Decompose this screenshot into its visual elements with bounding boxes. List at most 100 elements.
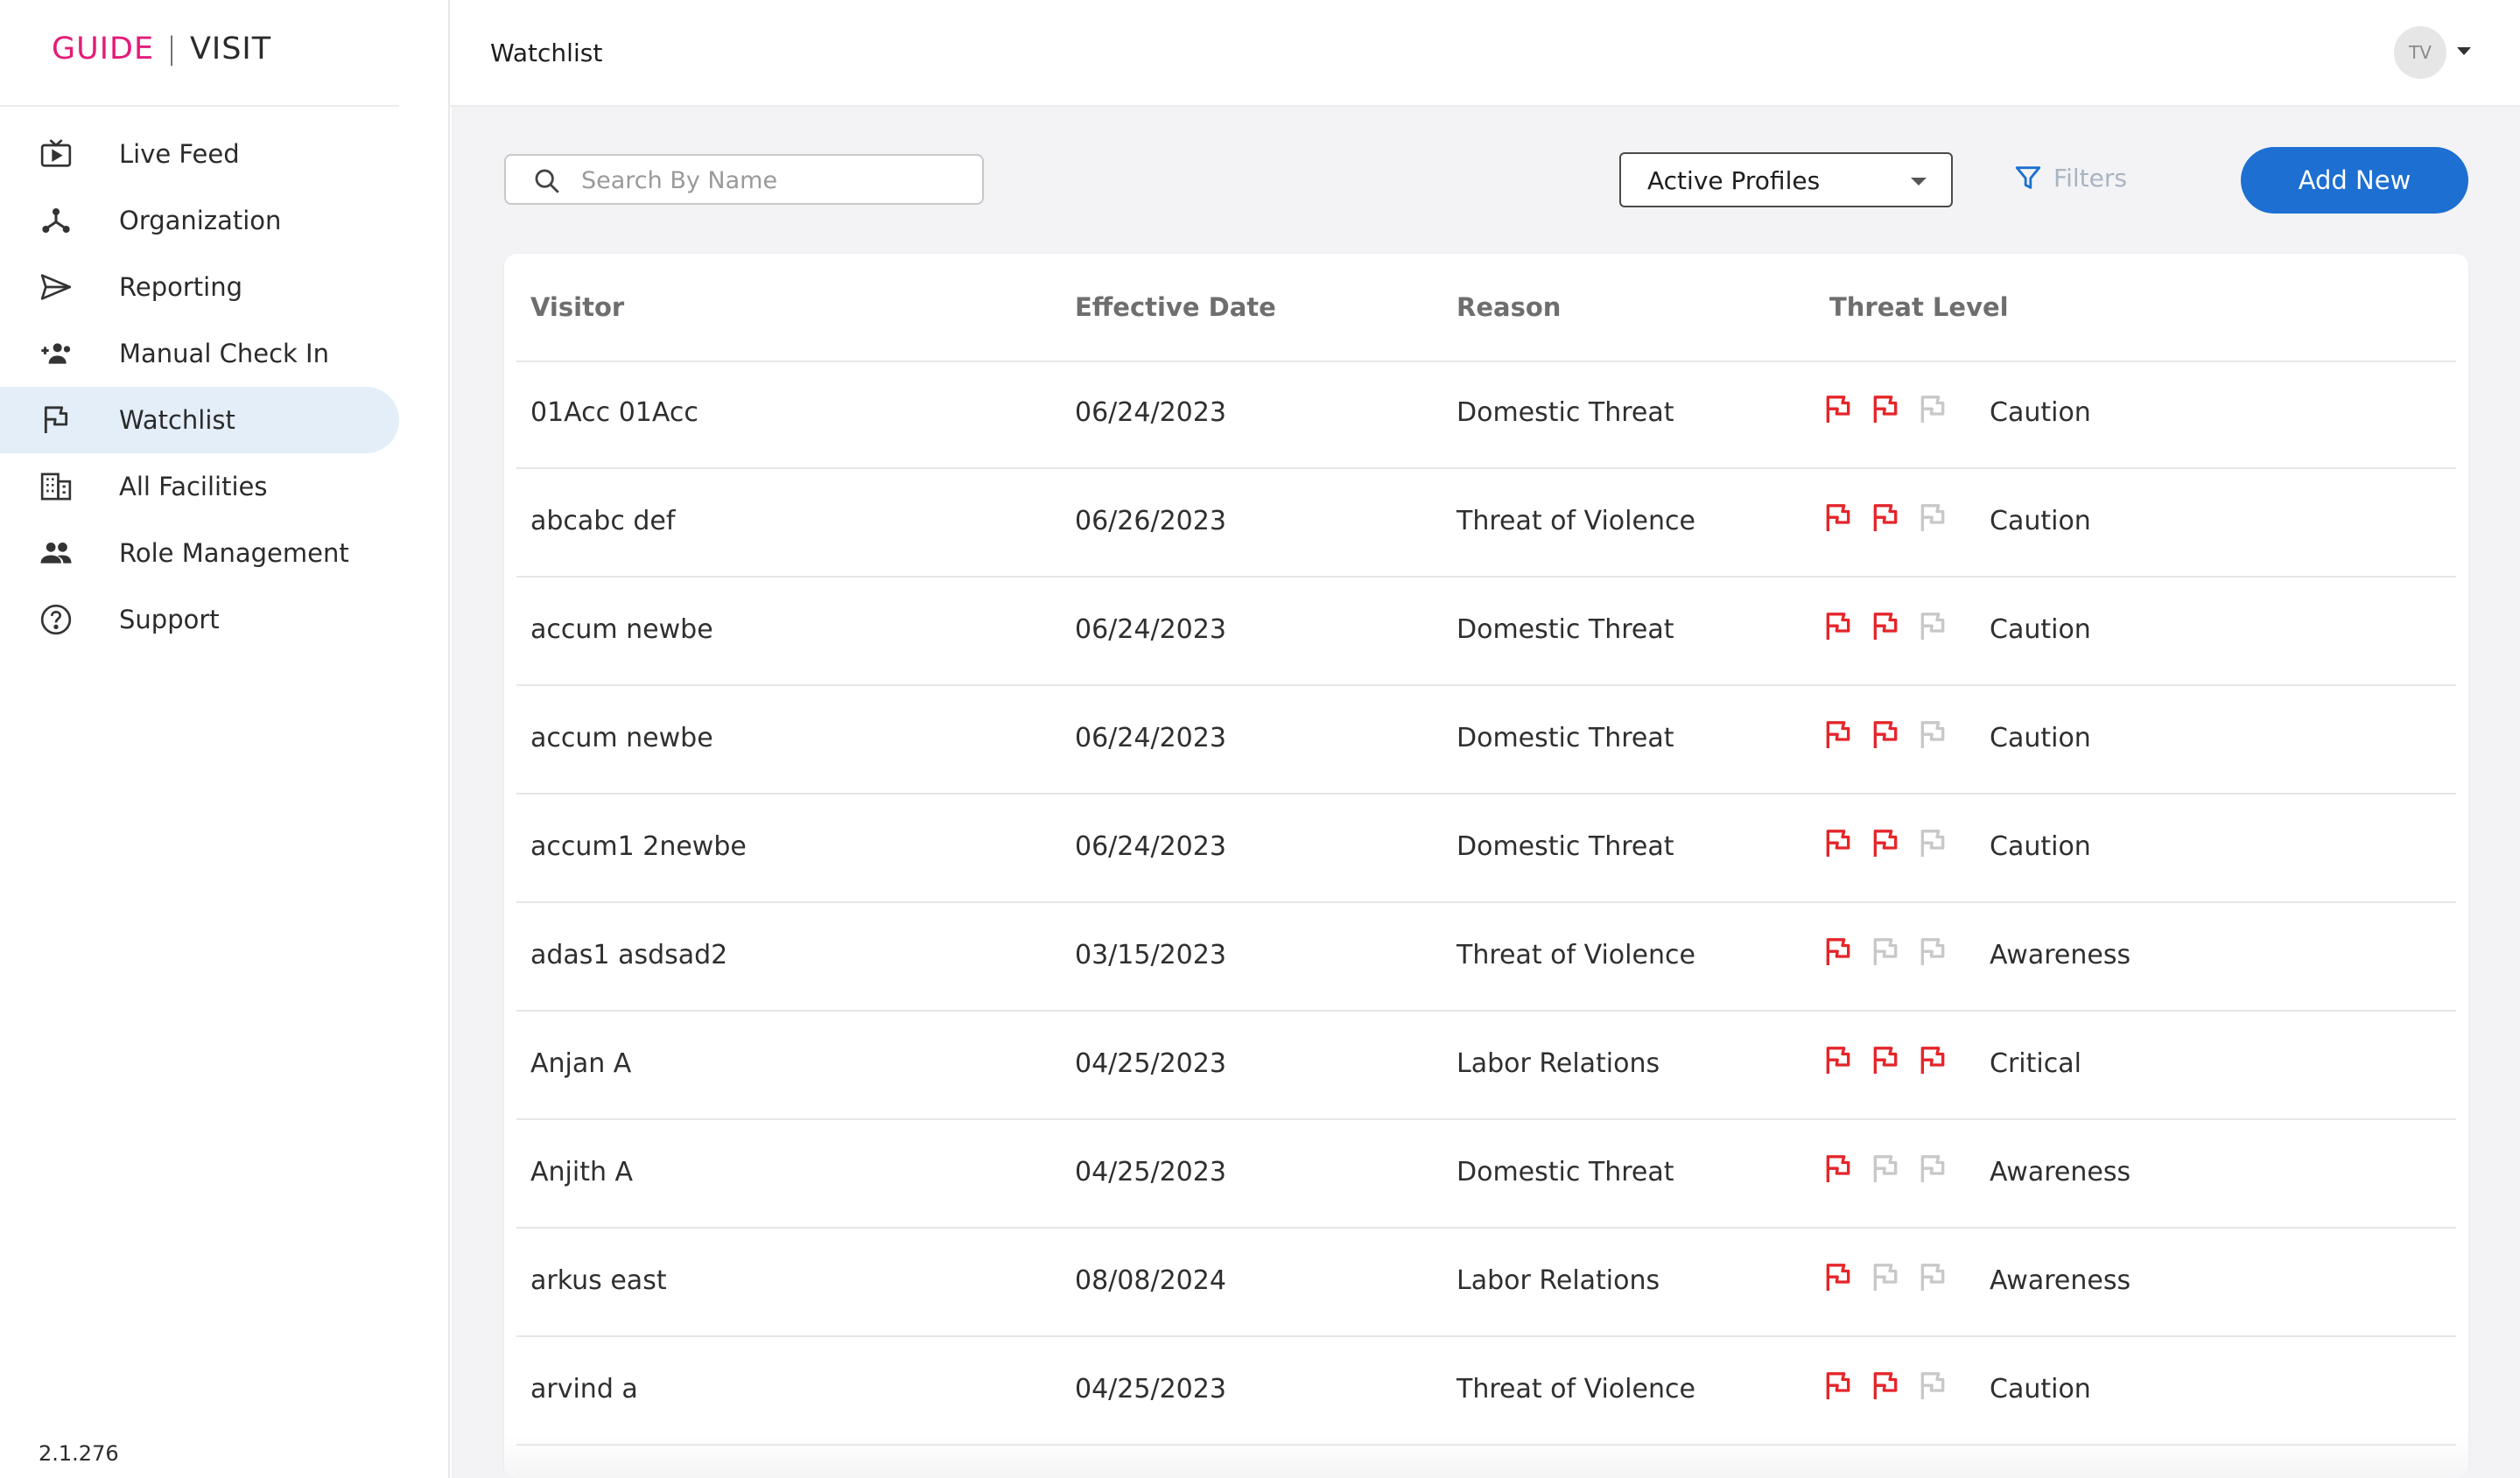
filters-button[interactable]: Filters <box>2013 163 2127 193</box>
sidebar-item-organization[interactable]: Organization <box>0 187 399 254</box>
threat-level-label: Caution <box>1990 831 2091 862</box>
group-add-icon <box>41 343 71 364</box>
column-header-threat-level[interactable]: Threat Level <box>1829 292 2009 322</box>
table-row[interactable]: 01Acc 01Acc 06/24/2023 Domestic Threat Caut… <box>516 361 2456 469</box>
send-icon <box>40 274 72 300</box>
sidebar-item-label: Organization <box>119 206 282 235</box>
logo-separator: | <box>166 32 178 67</box>
threat-flags <box>1821 716 1950 754</box>
search-input[interactable] <box>579 163 968 198</box>
threat-level-label: Awareness <box>1990 1265 2131 1296</box>
threat-flags <box>1821 1041 1950 1080</box>
threat-flag-inactive-icon <box>1920 1264 1945 1291</box>
chevron-down-icon[interactable] <box>2457 47 2471 55</box>
sidebar-item-label: All Facilities <box>119 472 268 501</box>
select-value: Active Profiles <box>1647 166 1821 195</box>
threat-level-label: Caution <box>1990 506 2091 536</box>
threat-flag-inactive-icon <box>1920 613 1945 640</box>
app-version: 2.1.276 <box>39 1441 119 1466</box>
threat-flags <box>1821 824 1950 863</box>
logo-visit-text: VISIT <box>189 32 272 67</box>
people-icon <box>40 543 72 564</box>
table-row[interactable]: Anjan A 04/25/2023 Labor Relations Critical <box>516 1012 2456 1120</box>
threat-flag-inactive-icon <box>1920 938 1945 965</box>
effective-date: 06/24/2023 <box>1075 831 1226 862</box>
sidebar-item-live-feed[interactable]: Live Feed <box>0 121 399 187</box>
threat-flag-active-icon <box>1873 1047 1898 1074</box>
visitor-name: arkus east <box>530 1265 667 1296</box>
reason: Domestic Threat <box>1457 831 1674 862</box>
sidebar-item-reporting[interactable]: Reporting <box>0 254 399 320</box>
sidebar-item-watchlist[interactable]: Watchlist <box>0 387 399 453</box>
threat-flag-active-icon <box>1873 613 1898 640</box>
threat-level-label: Awareness <box>1990 940 2131 970</box>
reason: Threat of Violence <box>1457 1374 1695 1404</box>
threat-flag-active-icon <box>1873 1372 1898 1399</box>
threat-flag-active-icon <box>1826 396 1850 423</box>
effective-date: 06/26/2023 <box>1075 506 1226 536</box>
filters-label: Filters <box>2053 163 2127 193</box>
threat-level-label: Critical <box>1990 1048 2081 1079</box>
reason: Labor Relations <box>1457 1265 1660 1296</box>
building-icon <box>40 473 72 501</box>
help-icon <box>40 604 72 635</box>
threat-flags <box>1821 390 1950 429</box>
table-row[interactable]: accum newbe 06/24/2023 Domestic Threat Caut… <box>516 686 2456 795</box>
threat-flag-active-icon <box>1826 504 1850 531</box>
column-header-effective-date[interactable]: Effective Date <box>1075 292 1276 322</box>
threat-flag-active-icon <box>1826 721 1850 748</box>
table-row[interactable]: accum newbe 06/24/2023 Domestic Threat Caut… <box>516 578 2456 686</box>
profile-status-select[interactable]: Active Profiles <box>1619 152 1953 207</box>
threat-flag-inactive-icon <box>1920 830 1945 857</box>
table-row[interactable]: adas1 asdsad2 03/15/2023 Threat of Violenc… <box>516 903 2456 1012</box>
visitor-name: accum1 2newbe <box>530 831 747 862</box>
visitor-name: Anjan A <box>530 1048 632 1079</box>
sidebar-item-role-management[interactable]: Role Management <box>0 520 399 586</box>
reason: Domestic Threat <box>1457 1157 1674 1187</box>
sidebar-item-label: Live Feed <box>119 139 240 169</box>
sidebar: GUIDE | VISIT Live Feed Organization Rep… <box>0 0 450 1478</box>
threat-flag-inactive-icon <box>1920 504 1945 531</box>
threat-flag-active-icon <box>1826 830 1850 857</box>
live-feed-icon <box>40 139 72 167</box>
threat-flag-active-icon <box>1826 1155 1850 1182</box>
search-field[interactable] <box>504 154 984 205</box>
threat-flag-active-icon <box>1826 938 1850 965</box>
threat-level-label: Caution <box>1990 397 2091 428</box>
threat-flag-active-icon <box>1826 1264 1850 1291</box>
sidebar-item-label: Reporting <box>119 272 242 302</box>
sidebar-divider <box>0 105 399 107</box>
threat-flags <box>1821 1367 1950 1405</box>
threat-flag-active-icon <box>1826 1372 1850 1399</box>
sidebar-item-all-facilities[interactable]: All Facilities <box>0 453 399 520</box>
table-row[interactable]: arvind a 04/25/2023 Threat of Violence Caut… <box>516 1337 2456 1446</box>
reason: Threat of Violence <box>1457 940 1695 970</box>
effective-date: 03/15/2023 <box>1075 940 1226 970</box>
threat-level-label: Caution <box>1990 723 2091 753</box>
table-row[interactable]: Anjith A 04/25/2023 Domestic Threat Awarene… <box>516 1120 2456 1229</box>
effective-date: 04/25/2023 <box>1075 1048 1226 1079</box>
threat-flags <box>1821 933 1950 971</box>
threat-flags <box>1821 607 1950 646</box>
column-header-visitor[interactable]: Visitor <box>530 292 624 322</box>
sidebar-item-manual-check-in[interactable]: Manual Check In <box>0 320 399 387</box>
visitor-name: arvind a <box>530 1374 638 1404</box>
top-bar: Watchlist TV <box>450 0 2520 107</box>
sidebar-item-support[interactable]: Support <box>0 586 399 653</box>
table-row[interactable]: accum1 2newbe 06/24/2023 Domestic Threat Ca… <box>516 795 2456 903</box>
avatar[interactable]: TV <box>2394 26 2446 79</box>
visitor-name: Anjith A <box>530 1157 634 1187</box>
column-header-reason[interactable]: Reason <box>1457 292 1561 322</box>
table-row[interactable]: abcabc def 06/26/2023 Threat of Violence Ca… <box>516 469 2456 578</box>
threat-flags <box>1821 1258 1950 1297</box>
effective-date: 08/08/2024 <box>1075 1265 1226 1296</box>
logo-guide-text: GUIDE <box>52 32 155 67</box>
add-new-button[interactable]: Add New <box>2241 147 2468 214</box>
effective-date: 04/25/2023 <box>1075 1374 1226 1404</box>
sidebar-item-label: Role Management <box>119 538 349 568</box>
table-body: 01Acc 01Acc 06/24/2023 Domestic Threat Caut… <box>516 361 2456 1446</box>
app-logo[interactable]: GUIDE | VISIT <box>52 32 271 67</box>
threat-flag-active-icon <box>1826 613 1850 640</box>
threat-level-label: Caution <box>1990 614 2091 645</box>
table-row[interactable]: arkus east 08/08/2024 Labor Relations Aware… <box>516 1229 2456 1337</box>
